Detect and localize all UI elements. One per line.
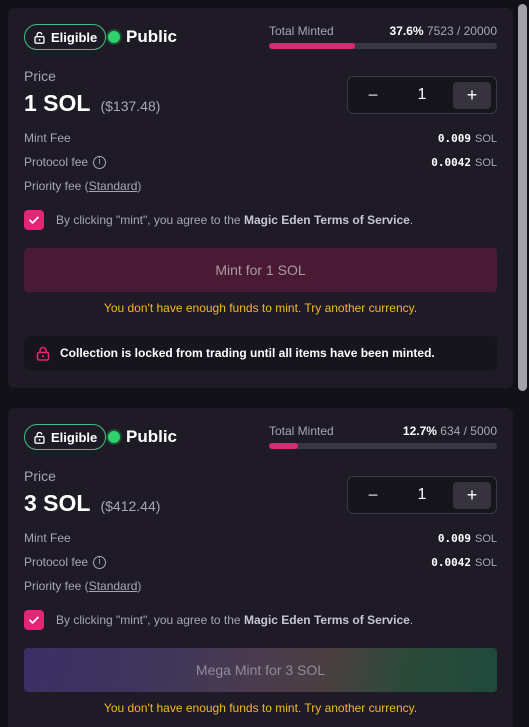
- mint-fee-row: Mint Fee 0.009 SOL: [24, 130, 497, 146]
- price-usd: ($137.48): [100, 98, 161, 114]
- priority-fee-label: Priority fee (: [24, 579, 89, 593]
- mint-fee-value: 0.009: [437, 131, 471, 145]
- eligible-label: Eligible: [51, 429, 98, 445]
- eligible-badge: Eligible: [24, 24, 107, 50]
- price: 1 SOL ($137.48): [24, 90, 160, 117]
- price-usd: ($412.44): [100, 498, 161, 514]
- minted-progress-bar: [269, 443, 497, 449]
- mint-fee-label: Mint Fee: [24, 131, 71, 145]
- mint-fee-row: Mint Fee 0.009 SOL: [24, 530, 497, 546]
- price: 3 SOL ($412.44): [24, 490, 160, 517]
- plus-icon: +: [466, 485, 478, 505]
- insufficient-funds-warning: You don't have enough funds to mint. Try…: [103, 701, 418, 715]
- live-dot-icon: [108, 431, 120, 443]
- terms-agreement: By clicking "mint", you agree to the Mag…: [24, 610, 497, 630]
- terms-suffix: .: [409, 613, 414, 627]
- minted-count: 634 / 5000: [440, 424, 497, 438]
- priority-fee-close: ): [137, 179, 142, 193]
- price-value: 3 SOL: [24, 490, 91, 516]
- priority-fee-label: Priority fee (: [24, 179, 89, 193]
- minted-progress-fill: [269, 443, 298, 449]
- stage-status: Public: [108, 24, 177, 50]
- protocol-fee-unit: SOL: [474, 556, 497, 569]
- protocol-fee-row: Protocol fee i 0.0042 SOL: [24, 554, 497, 570]
- mint-button[interactable]: Mint for 1 SOL: [24, 248, 497, 292]
- eligible-label: Eligible: [51, 29, 98, 45]
- terms-suffix: .: [409, 213, 414, 227]
- check-icon: [29, 616, 39, 624]
- minted-percent: 37.6%: [389, 24, 424, 38]
- mega-mint-button[interactable]: Mega Mint for 3 SOL: [24, 648, 497, 692]
- info-icon[interactable]: i: [93, 555, 107, 569]
- eligible-badge: Eligible: [24, 424, 107, 450]
- protocol-fee-label: Protocol fee: [24, 555, 89, 569]
- priority-fee-standard-link[interactable]: Standard: [89, 179, 138, 193]
- mint-fee-label: Mint Fee: [24, 531, 71, 545]
- unlock-icon: [34, 31, 45, 44]
- priority-fee-row: Priority fee (Standard): [24, 178, 497, 194]
- total-minted-label: Total Minted: [269, 24, 334, 38]
- total-minted: Total Minted 12.7% 634 / 5000: [269, 424, 497, 449]
- price-value: 1 SOL: [24, 90, 91, 116]
- minted-progress-bar: [269, 43, 497, 49]
- terms-prefix: By clicking "mint", you agree to the: [56, 213, 244, 227]
- priority-fee-row: Priority fee (Standard): [24, 578, 497, 594]
- terms-link[interactable]: Magic Eden Terms of Service: [244, 213, 410, 227]
- priority-fee-standard-link[interactable]: Standard: [89, 579, 138, 593]
- stage-name: Public: [126, 427, 178, 446]
- protocol-fee-row: Protocol fee i 0.0042 SOL: [24, 154, 497, 170]
- mint-stage-card: Eligible Public Total Minted 37.6% 7523 …: [8, 8, 513, 388]
- price-label: Price: [24, 68, 56, 84]
- mint-fee-value: 0.009: [437, 531, 471, 545]
- scrollbar-thumb[interactable]: [518, 4, 527, 391]
- locked-notice-text: Collection is locked from trading until …: [60, 346, 435, 360]
- quantity-stepper: − 1 +: [347, 76, 497, 114]
- total-minted-label: Total Minted: [269, 424, 334, 438]
- minted-progress-fill: [269, 43, 355, 49]
- lock-icon: [36, 346, 50, 361]
- minted-percent: 12.7%: [402, 424, 437, 438]
- unlock-icon: [34, 431, 45, 444]
- locked-notice: Collection is locked from trading until …: [24, 336, 497, 370]
- live-dot-icon: [108, 31, 120, 43]
- increment-button[interactable]: +: [453, 482, 491, 509]
- stage-name: Public: [126, 27, 178, 46]
- decrement-button[interactable]: −: [354, 82, 392, 109]
- quantity-value[interactable]: 1: [398, 77, 446, 113]
- terms-checkbox[interactable]: [24, 210, 44, 230]
- decrement-button[interactable]: −: [354, 482, 392, 509]
- stage-header: Eligible Public Total Minted 37.6% 7523 …: [24, 24, 497, 50]
- total-minted: Total Minted 37.6% 7523 / 20000: [269, 24, 497, 49]
- protocol-fee-value: 0.0042: [431, 155, 471, 169]
- priority-fee-close: ): [137, 579, 142, 593]
- protocol-fee-value: 0.0042: [431, 555, 471, 569]
- protocol-fee-unit: SOL: [474, 156, 497, 169]
- check-icon: [29, 216, 39, 224]
- stage-status: Public: [108, 424, 177, 450]
- price-label: Price: [24, 468, 56, 484]
- terms-prefix: By clicking "mint", you agree to the: [56, 613, 244, 627]
- plus-icon: +: [466, 85, 478, 105]
- minus-icon: −: [367, 85, 379, 105]
- terms-agreement: By clicking "mint", you agree to the Mag…: [24, 210, 497, 230]
- mint-fee-unit: SOL: [474, 132, 497, 145]
- mint-fee-unit: SOL: [474, 532, 497, 545]
- minted-count: 7523 / 20000: [426, 24, 497, 38]
- quantity-value[interactable]: 1: [398, 477, 446, 513]
- stage-header: Eligible Public Total Minted 12.7% 634 /…: [24, 424, 497, 450]
- terms-checkbox[interactable]: [24, 610, 44, 630]
- minus-icon: −: [367, 485, 379, 505]
- info-icon[interactable]: i: [93, 155, 107, 169]
- increment-button[interactable]: +: [453, 82, 491, 109]
- protocol-fee-label: Protocol fee: [24, 155, 89, 169]
- insufficient-funds-warning: You don't have enough funds to mint. Try…: [103, 301, 418, 315]
- quantity-stepper: − 1 +: [347, 476, 497, 514]
- terms-link[interactable]: Magic Eden Terms of Service: [244, 613, 410, 627]
- mint-stage-card: Eligible Public Total Minted 12.7% 634 /…: [8, 408, 513, 727]
